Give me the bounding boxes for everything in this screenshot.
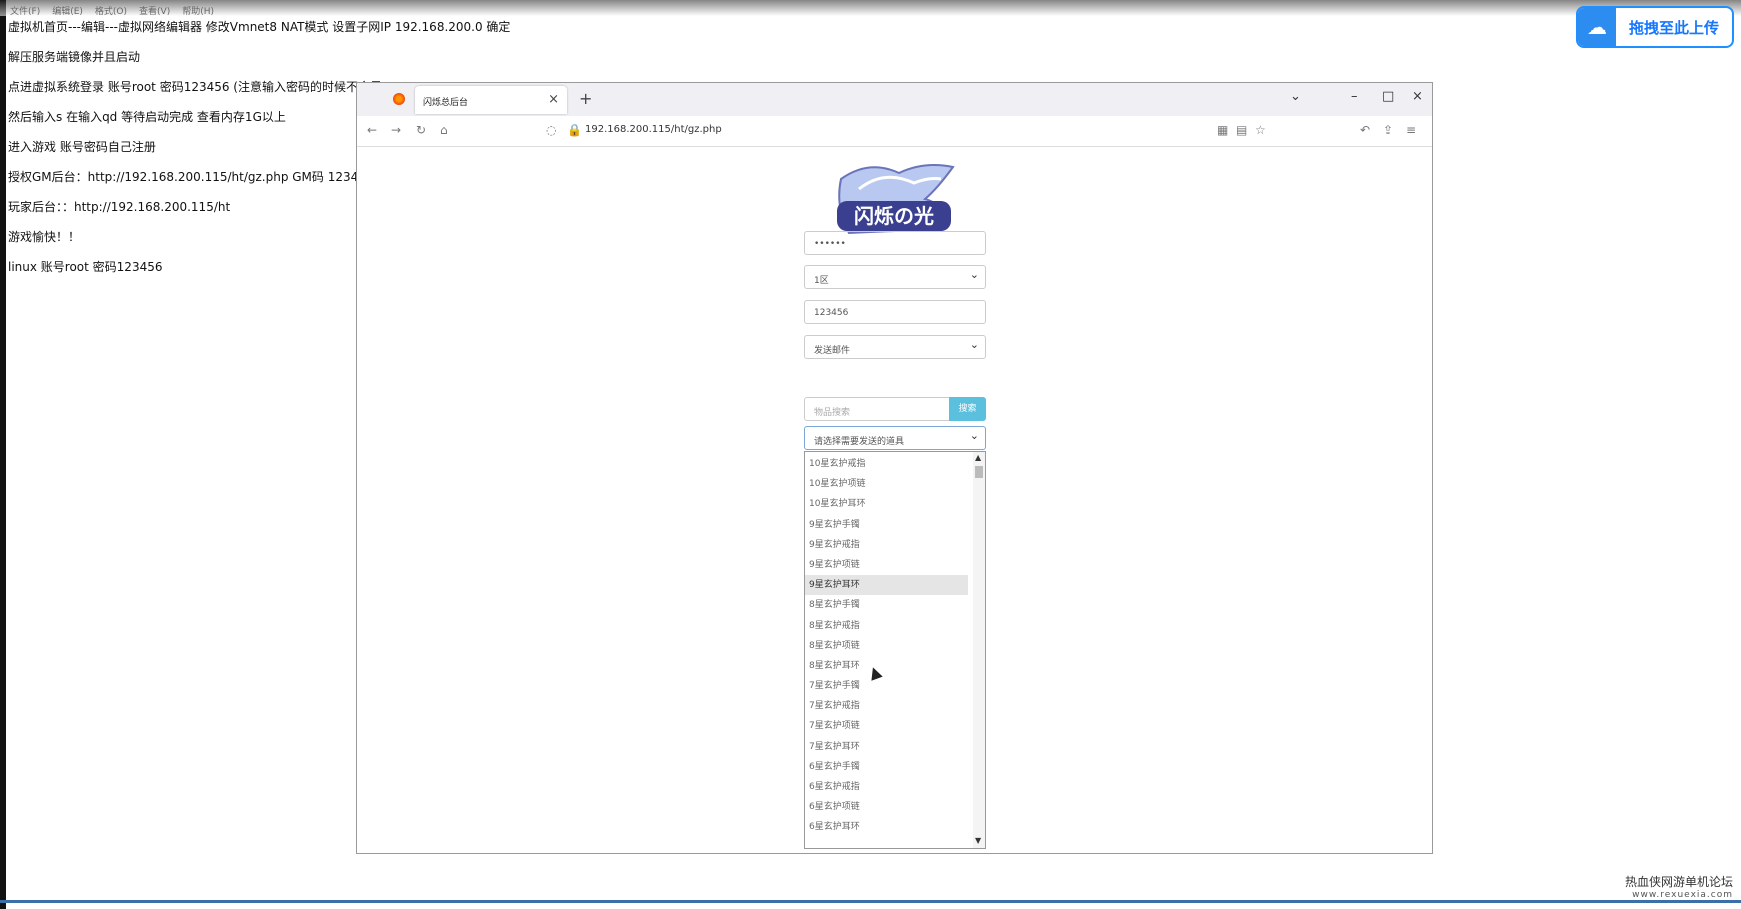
dropdown-item[interactable]: 8星玄护项链 [805,636,968,656]
qr-icon[interactable]: ▦ [1217,123,1228,137]
star-icon[interactable]: ☆ [1255,123,1266,137]
forward-icon[interactable]: → [391,123,401,137]
dropdown-item[interactable]: 6星玄护耳环 [805,817,968,837]
dropdown-item[interactable]: 6星玄护戒指 [805,777,968,797]
note-line: 玩家后台：：http://192.168.200.115/ht [8,200,231,214]
search-button[interactable]: 搜索 [949,397,986,421]
undo-icon[interactable]: ↶ [1360,123,1370,137]
home-icon[interactable]: ⌂ [440,123,448,137]
dropdown-item[interactable]: 7星玄护耳环 [805,737,968,757]
top-shadow [0,0,1741,16]
dropdown-item[interactable]: 8星玄护手镯 [805,595,968,615]
action-select[interactable]: 发送邮件 [804,335,986,359]
firefox-icon[interactable] [393,93,405,105]
maximize-icon[interactable]: □ [1382,89,1394,104]
cloud-icon: ☁ [1578,8,1616,46]
dropdown-item[interactable]: 6星玄护手镯 [805,757,968,777]
browser-window: 闪烁总后台 × + ⌄ – □ × ← → ↻ ⌂ ◌ 🔒 192.168.20… [356,82,1433,854]
dropdown-item[interactable]: 10星玄护项链 [805,474,968,494]
note-line: 然后输入s 在输入qd 等待启动完成 查看内存1G以上 [8,110,286,124]
note-line: 游戏愉快！！ [8,230,81,244]
dropdown-item[interactable]: 9星玄护手镯 [805,515,968,535]
menu-file[interactable]: 文件(F) [10,4,40,17]
translate-icon[interactable]: ▤ [1236,123,1247,137]
dropdown-item[interactable]: 10星玄护戒指 [805,454,968,474]
menu-edit[interactable]: 编辑(E) [52,4,83,17]
notepad-menu: 文件(F) 编辑(E) 格式(O) 查看(V) 帮助(H) [10,4,214,17]
dropdown-scrollbar[interactable]: ▲ ▼ [973,452,985,848]
dropdown-item[interactable]: 10星玄护耳环 [805,494,968,514]
dropdown-list: 10星玄护戒指 10星玄护项链 10星玄护耳环 9星玄护手镯 9星玄护戒指 9星玄护项链 9… [805,454,985,838]
close-tab-icon[interactable]: × [548,92,559,107]
scroll-down-icon[interactable]: ▼ [975,836,981,845]
dropdown-item[interactable]: 7星玄护手镯 [805,676,968,696]
password-field[interactable]: •••••• [804,231,986,255]
watermark-url: www.rexuexia.com [1632,890,1733,900]
menu-format[interactable]: 格式(O) [95,4,127,17]
page-content: 闪烁の光 •••••• 1区 123456 发送邮件 物品搜索 搜索 请选择需要… [357,147,1432,853]
note-line: 解压服务端镜像并且启动 [8,50,141,64]
item-search-input[interactable]: 物品搜索 [804,397,950,421]
item-select[interactable]: 请选择需要发送的道具 [804,426,986,450]
note-line: 虚拟机首页---编辑---虚拟网络编辑器 修改Vmnet8 NAT模式 设置子网… [8,20,511,34]
menu-icon[interactable]: ≡ [1406,123,1416,137]
watermark: 热血侠网游单机论坛 www.rexuexia.com [1625,876,1733,902]
tab-title: 闪烁总后台 [423,98,469,108]
nav-bar: ← → ↻ ⌂ ◌ 🔒 192.168.200.115/ht/gz.php ▦ … [357,116,1432,147]
dropdown-item[interactable]: 9星玄护项链 [805,555,968,575]
dropdown-item[interactable]: 8星玄护戒指 [805,616,968,636]
minimize-icon[interactable]: – [1351,89,1358,104]
upload-button[interactable]: ☁ 拖拽至此上传 [1576,6,1734,48]
scroll-thumb[interactable] [975,466,983,478]
new-tab-icon[interactable]: + [579,89,592,108]
player-field[interactable]: 123456 [804,300,986,324]
dropdown-item[interactable]: 7星玄护项链 [805,716,968,736]
scroll-up-icon[interactable]: ▲ [975,453,981,462]
dropdown-item[interactable]: 9星玄护戒指 [805,535,968,555]
item-dropdown[interactable]: 10星玄护戒指 10星玄护项链 10星玄护耳环 9星玄护手镯 9星玄护戒指 9星玄护项链 9… [804,451,986,849]
upload-label: 拖拽至此上传 [1628,18,1719,37]
note-line: 进入游戏 账号密码自己注册 [8,140,156,154]
dropdown-item[interactable]: 6星玄护项链 [805,797,968,817]
dropdown-item[interactable]: 7星玄护戒指 [805,696,968,716]
server-select[interactable]: 1区 [804,265,986,289]
tab-bar: 闪烁总后台 × + ⌄ – □ × [357,83,1432,116]
watermark-title: 热血侠网游单机论坛 [1624,875,1733,889]
menu-help[interactable]: 帮助(H) [182,4,214,17]
chevron-down-icon[interactable]: ⌄ [1290,89,1301,104]
game-logo: 闪烁の光 [837,164,955,235]
dropdown-item[interactable]: 9星玄护耳环 [805,575,968,596]
tab-active[interactable]: 闪烁总后台 × [415,86,567,114]
lock-icon[interactable]: 🔒 [567,123,582,137]
back-icon[interactable]: ← [367,123,377,137]
note-line: 点进虚拟系统登录 账号root 密码123456 (注意输入密码的时候不会显 [8,80,382,94]
note-line: linux 账号root 密码123456 [8,260,163,274]
reload-icon[interactable]: ↻ [416,123,426,137]
left-edge [0,0,6,909]
shield-icon[interactable]: ◌ [546,123,556,137]
logo-text: 闪烁の光 [854,204,934,228]
taskbar-edge [0,900,1741,903]
menu-view[interactable]: 查看(V) [139,4,170,17]
dropdown-item[interactable]: 8星玄护耳环 [805,656,968,676]
url-bar[interactable]: 192.168.200.115/ht/gz.php [585,124,722,135]
extensions-icon[interactable]: ⇪ [1383,123,1393,137]
note-line: 授权GM后台：http://192.168.200.115/ht/gz.php … [8,170,366,184]
close-window-icon[interactable]: × [1412,89,1423,104]
